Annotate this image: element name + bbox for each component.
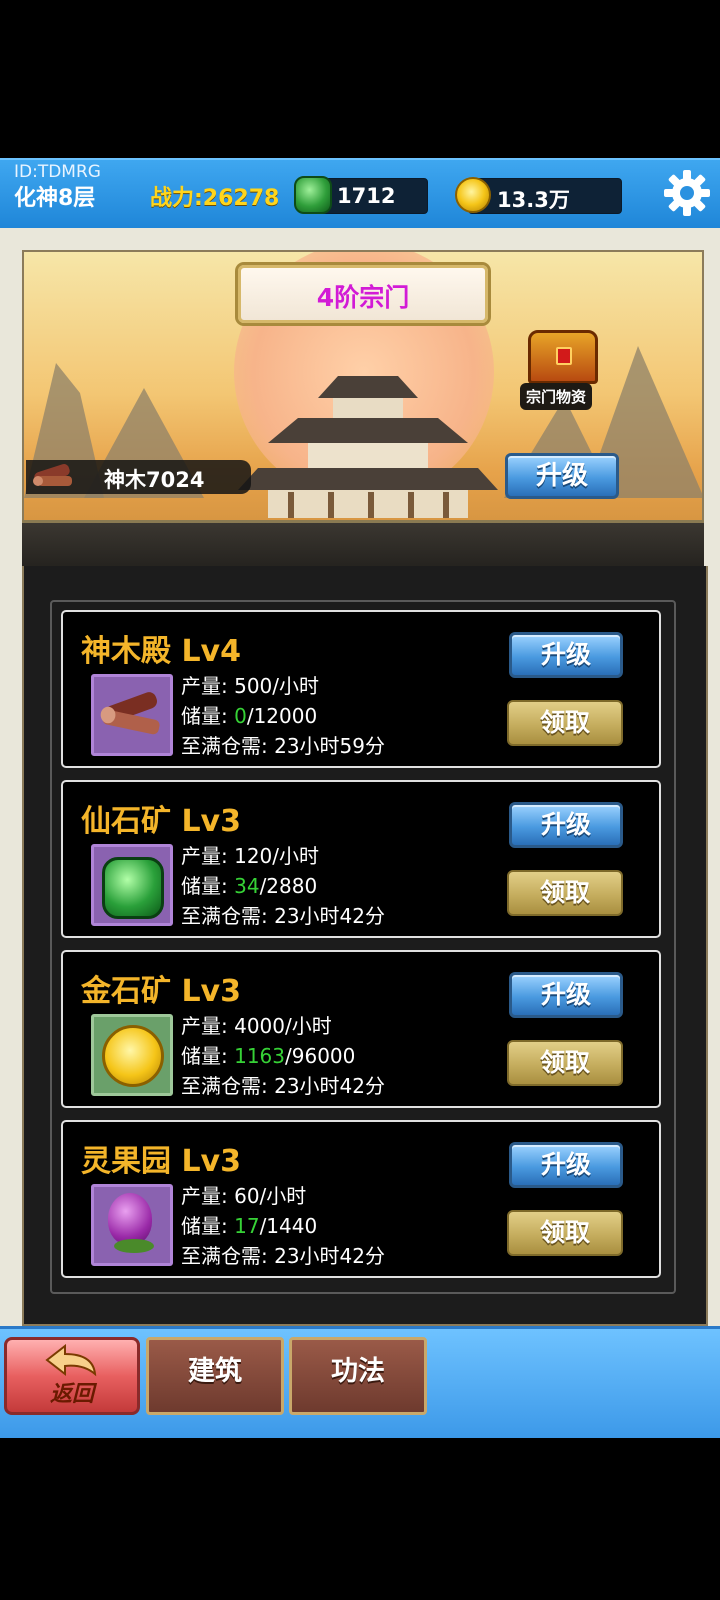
wood-log-icon [91,674,173,756]
back-arrow-icon [45,1344,97,1377]
building-card: 金石矿 Lv3 产量: 4000/小时 储量: 1163/96000 至满仓需:… [61,950,661,1108]
top-status-bar: ID:TDMRG 化神8层 战力:26278 1712 13.3万 [0,158,720,230]
sect-rank-title: 4阶宗门 [316,283,410,312]
jade-stone-icon [294,176,332,214]
building-card: 灵果园 Lv3 产量: 60/小时 储量: 17/1440 至满仓需: 23小时… [61,1120,661,1278]
production-rate: 产量: 500/小时 [181,674,320,698]
wood-amount: 神木7024 [104,468,205,492]
scene-ground [22,520,704,569]
chest-lock [556,347,572,365]
upgrade-button[interactable]: 升级 [509,802,623,848]
jade-stone-icon [91,844,173,926]
collect-button[interactable]: 领取 [507,1040,623,1086]
collect-button[interactable]: 领取 [507,870,623,916]
building-name: 金石矿 Lv3 [81,974,241,1009]
gold-resource: 13.3万 [468,178,622,214]
sect-upgrade-button[interactable]: 升级 [505,453,619,499]
combat-power: 战力:26278 [150,186,280,211]
storage-amount: 储量: 0/12000 [181,704,318,728]
upgrade-button[interactable]: 升级 [509,972,623,1018]
collect-button[interactable]: 领取 [507,700,623,746]
bottom-blank-area [0,1438,720,1600]
back-button[interactable]: 返回 [4,1337,140,1415]
upgrade-button[interactable]: 升级 [509,632,623,678]
building-card: 仙石矿 Lv3 产量: 120/小时 储量: 34/2880 至满仓需: 23小… [61,780,661,938]
tab-techniques[interactable]: 功法 [289,1337,427,1415]
time-to-full: 至满仓需: 23小时42分 [181,904,386,928]
cultivation-realm: 化神8层 [14,186,96,211]
player-id: ID:TDMRG [14,162,101,182]
gear-icon[interactable] [662,168,712,218]
spirit-fruit-icon [91,1184,173,1266]
jade-count: 1712 [337,184,396,208]
production-rate: 产量: 60/小时 [181,1184,307,1208]
bottom-nav: 返回 建筑 功法 [0,1326,720,1441]
upgrade-button[interactable]: 升级 [509,1142,623,1188]
building-name: 仙石矿 Lv3 [81,804,241,839]
time-to-full: 至满仓需: 23小时59分 [181,734,386,758]
sect-palace [238,376,498,518]
gold-coin-icon [455,177,491,213]
time-to-full: 至满仓需: 23小时42分 [181,1074,386,1098]
gold-count: 13.3万 [497,188,570,212]
collect-button[interactable]: 领取 [507,1210,623,1256]
wood-log-icon [33,464,72,486]
tab-buildings[interactable]: 建筑 [146,1337,284,1415]
building-card: 神木殿 Lv4 产量: 500/小时 储量: 0/12000 至满仓需: 23小… [61,610,661,768]
production-rate: 产量: 120/小时 [181,844,320,868]
building-name: 灵果园 Lv3 [81,1144,241,1179]
back-label: 返回 [49,1382,94,1407]
storage-amount: 储量: 17/1440 [181,1214,318,1238]
production-rate: 产量: 4000/小时 [181,1014,332,1038]
gold-coin-icon [91,1014,173,1096]
treasure-chest-icon[interactable] [528,330,598,384]
storage-amount: 储量: 34/2880 [181,874,318,898]
sect-rank-banner: 4阶宗门 [238,265,488,323]
time-to-full: 至满仓需: 23小时42分 [181,1244,386,1268]
building-name: 神木殿 Lv4 [81,634,241,669]
sect-supplies-label[interactable]: 宗门物资 [520,383,593,410]
storage-amount: 储量: 1163/96000 [181,1044,356,1068]
